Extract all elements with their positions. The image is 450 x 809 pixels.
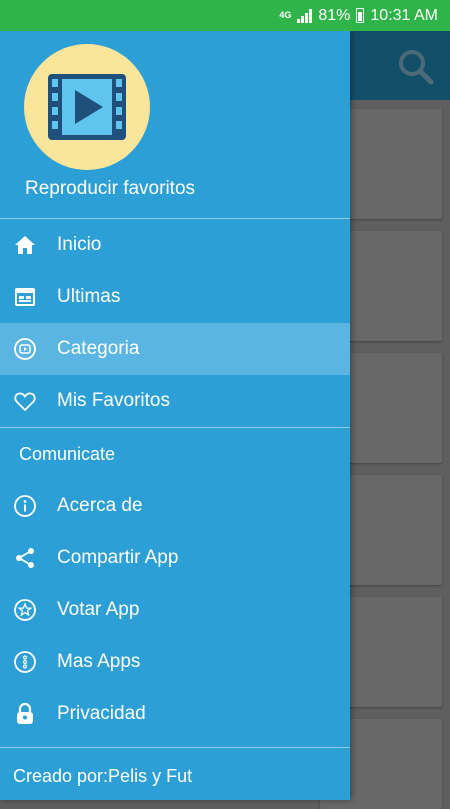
section-title: Comunicate <box>0 428 350 480</box>
menu-item-label: Privacidad <box>57 703 146 724</box>
menu-item-label: Categoria <box>57 338 140 359</box>
avatar <box>24 44 150 170</box>
drawer-header-title: Reproducir favoritos <box>25 178 196 199</box>
menu-item-label: Ultimas <box>57 286 121 307</box>
menu-item-label: Inicio <box>57 234 102 255</box>
menu-item-compartir-app[interactable]: Compartir App <box>0 532 350 584</box>
clock: 10:31 AM <box>370 6 438 24</box>
lock-icon <box>17 702 33 724</box>
home-icon <box>15 236 35 254</box>
menu-item-inicio[interactable]: Inicio <box>0 219 350 271</box>
menu-item-label: Mis Favoritos <box>57 390 170 411</box>
more-apps-icon <box>14 651 36 673</box>
menu-item-categoria[interactable]: Categoria <box>0 323 350 375</box>
menu-item-label: Compartir App <box>57 547 179 568</box>
info-icon <box>14 495 36 517</box>
battery-percent: 81% <box>318 6 351 24</box>
calendar-icon <box>15 288 35 306</box>
footer-credit: Creado por:Pelis y Fut <box>13 766 193 786</box>
drawer-header: Reproducir favoritos <box>0 31 350 219</box>
menu-item-label: Votar App <box>57 599 140 620</box>
menu-item-mis-favoritos[interactable]: Mis Favoritos <box>0 375 350 427</box>
menu-item-acerca-de[interactable]: Acerca de <box>0 480 350 532</box>
star-icon <box>14 599 36 621</box>
menu-item-ultimas[interactable]: Ultimas <box>0 271 350 323</box>
section-title-label: Comunicate <box>19 444 116 464</box>
navigation-drawer: Reproducir favoritos Inicio Ultimas Cate… <box>0 31 350 800</box>
menu-item-label: Mas Apps <box>57 651 141 672</box>
menu-item-label: Acerca de <box>57 495 143 516</box>
video-play-icon <box>48 74 126 140</box>
menu-item-mas-apps[interactable]: Mas Apps <box>0 636 350 688</box>
search-button[interactable] <box>396 47 436 87</box>
status-bar: 4G 81% 10:31 AM <box>0 0 450 31</box>
share-icon <box>16 548 34 568</box>
heart-icon <box>14 392 36 412</box>
search-icon <box>399 50 434 85</box>
battery-icon <box>356 8 365 23</box>
signal-icon <box>297 8 313 23</box>
menu-item-votar-app[interactable]: Votar App <box>0 584 350 636</box>
network-type: 4G <box>279 10 292 20</box>
play-circle-icon <box>14 338 36 360</box>
drawer-footer: Creado por:Pelis y Fut <box>0 747 350 800</box>
menu-item-privacidad[interactable]: Privacidad <box>0 688 350 740</box>
